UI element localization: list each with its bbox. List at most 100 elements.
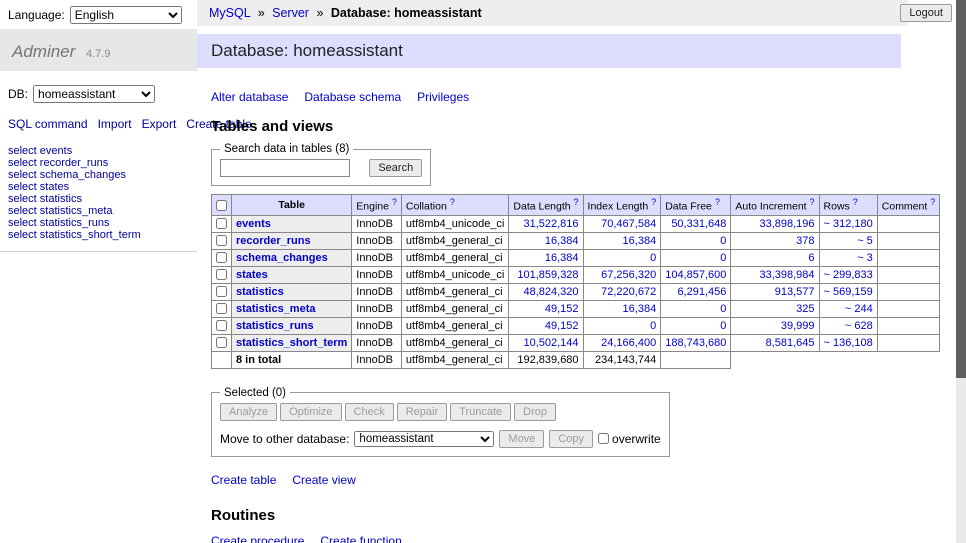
table-name-link[interactable]: states bbox=[236, 269, 268, 281]
selected-action-button[interactable]: Truncate bbox=[450, 403, 511, 421]
search-button[interactable]: Search bbox=[369, 159, 422, 177]
table-name-link[interactable]: events bbox=[236, 218, 271, 230]
data-length-link[interactable]: 16,384 bbox=[545, 235, 579, 247]
auto-increment-link[interactable]: 39,999 bbox=[781, 320, 815, 332]
auto-increment-link[interactable]: 6 bbox=[808, 252, 814, 264]
index-length-link[interactable]: 72,220,672 bbox=[601, 286, 656, 298]
table-name-link[interactable]: statistics_runs bbox=[236, 320, 314, 332]
sidebar-action-link[interactable]: SQL command bbox=[8, 117, 88, 131]
data-length-link[interactable]: 101,859,328 bbox=[517, 269, 578, 281]
auto-increment-link[interactable]: 378 bbox=[796, 235, 814, 247]
selected-action-button[interactable]: Drop bbox=[514, 403, 556, 421]
language-select[interactable]: English bbox=[70, 6, 182, 24]
auto-increment-link[interactable]: 913,577 bbox=[775, 286, 815, 298]
data-length-link[interactable]: 16,384 bbox=[545, 252, 579, 264]
create-link[interactable]: Create view bbox=[292, 473, 355, 487]
overwrite-checkbox[interactable] bbox=[598, 433, 609, 444]
row-select-checkbox[interactable] bbox=[216, 218, 227, 229]
auto-increment-link[interactable]: 33,398,984 bbox=[759, 269, 814, 281]
row-select-checkbox[interactable] bbox=[216, 320, 227, 331]
help-link[interactable]: ? bbox=[574, 197, 579, 207]
index-length-link[interactable]: 70,467,584 bbox=[601, 218, 656, 230]
app-name-link[interactable]: Adminer bbox=[12, 42, 75, 61]
selected-action-button[interactable]: Analyze bbox=[220, 403, 277, 421]
database-action-link[interactable]: Privileges bbox=[417, 90, 469, 104]
rows-link[interactable]: ~ 299,833 bbox=[824, 269, 873, 281]
help-link[interactable]: ? bbox=[392, 197, 397, 207]
routine-link[interactable]: Create function bbox=[320, 534, 401, 543]
move-database-select[interactable]: homeassistant bbox=[354, 431, 494, 447]
rows-link[interactable]: ~ 3 bbox=[857, 252, 873, 264]
help-link[interactable]: ? bbox=[651, 197, 656, 207]
rows-link[interactable]: ~ 5 bbox=[857, 235, 873, 247]
logout-button[interactable]: Logout bbox=[900, 4, 952, 22]
search-input[interactable] bbox=[220, 159, 350, 177]
copy-button[interactable]: Copy bbox=[549, 430, 593, 448]
auto-increment-link[interactable]: 325 bbox=[796, 303, 814, 315]
move-button[interactable]: Move bbox=[499, 430, 544, 448]
sidebar-select-link[interactable]: select statistics_short_term bbox=[8, 229, 189, 241]
data-free-link[interactable]: 0 bbox=[720, 303, 726, 315]
row-select-checkbox[interactable] bbox=[216, 235, 227, 246]
sidebar-action-link[interactable]: Export bbox=[142, 117, 177, 131]
table-name-link[interactable]: statistics_meta bbox=[236, 303, 316, 315]
row-select-checkbox[interactable] bbox=[216, 337, 227, 348]
index-length-link[interactable]: 0 bbox=[650, 320, 656, 332]
rows-link[interactable]: ~ 628 bbox=[845, 320, 873, 332]
row-select-checkbox[interactable] bbox=[216, 303, 227, 314]
help-link[interactable]: ? bbox=[450, 197, 455, 207]
data-free-link[interactable]: 0 bbox=[720, 320, 726, 332]
index-length-link[interactable]: 0 bbox=[650, 252, 656, 264]
index-length-link[interactable]: 16,384 bbox=[623, 303, 657, 315]
index-length-link[interactable]: 24,166,400 bbox=[601, 337, 656, 349]
row-select-checkbox[interactable] bbox=[216, 269, 227, 280]
rows-link[interactable]: ~ 312,180 bbox=[824, 218, 873, 230]
table-name-link[interactable]: schema_changes bbox=[236, 252, 328, 264]
data-free-link[interactable]: 104,857,600 bbox=[665, 269, 726, 281]
sidebar-select-link[interactable]: select statistics_meta bbox=[8, 205, 189, 217]
help-link[interactable]: ? bbox=[810, 197, 815, 207]
data-free-link[interactable]: 50,331,648 bbox=[671, 218, 726, 230]
selected-action-button[interactable]: Optimize bbox=[280, 403, 341, 421]
data-length-link[interactable]: 48,824,320 bbox=[523, 286, 578, 298]
index-length-link[interactable]: 67,256,320 bbox=[601, 269, 656, 281]
selected-action-button[interactable]: Check bbox=[345, 403, 394, 421]
help-link[interactable]: ? bbox=[715, 197, 720, 207]
breadcrumb-link-mysql[interactable]: MySQL bbox=[209, 6, 250, 20]
sidebar-select-link[interactable]: select states bbox=[8, 181, 189, 193]
data-length-link[interactable]: 49,152 bbox=[545, 303, 579, 315]
sidebar-select-link[interactable]: select recorder_runs bbox=[8, 157, 189, 169]
data-length-link[interactable]: 31,522,816 bbox=[523, 218, 578, 230]
select-all-checkbox[interactable] bbox=[216, 200, 227, 211]
sidebar-select-link[interactable]: select statistics_runs bbox=[8, 217, 189, 229]
data-length-link[interactable]: 10,502,144 bbox=[523, 337, 578, 349]
db-select[interactable]: homeassistant bbox=[33, 85, 155, 103]
table-name-link[interactable]: statistics bbox=[236, 286, 284, 298]
auto-increment-link[interactable]: 8,581,645 bbox=[766, 337, 815, 349]
data-length-link[interactable]: 49,152 bbox=[545, 320, 579, 332]
sidebar-select-link[interactable]: select schema_changes bbox=[8, 169, 189, 181]
auto-increment-link[interactable]: 33,898,196 bbox=[759, 218, 814, 230]
rows-link[interactable]: ~ 136,108 bbox=[824, 337, 873, 349]
database-action-link[interactable]: Database schema bbox=[304, 90, 401, 104]
help-link[interactable]: ? bbox=[853, 197, 858, 207]
index-length-link[interactable]: 16,384 bbox=[623, 235, 657, 247]
rows-link[interactable]: ~ 569,159 bbox=[824, 286, 873, 298]
row-select-checkbox[interactable] bbox=[216, 252, 227, 263]
rows-link[interactable]: ~ 244 bbox=[845, 303, 873, 315]
data-free-link[interactable]: 0 bbox=[720, 252, 726, 264]
table-name-link[interactable]: statistics_short_term bbox=[236, 337, 347, 349]
sidebar-select-link[interactable]: select events bbox=[8, 145, 189, 157]
help-link[interactable]: ? bbox=[930, 197, 935, 207]
selected-action-button[interactable]: Repair bbox=[397, 403, 447, 421]
sidebar-action-link[interactable]: Import bbox=[98, 117, 132, 131]
breadcrumb-link-server[interactable]: Server bbox=[272, 6, 309, 20]
data-free-link[interactable]: 6,291,456 bbox=[677, 286, 726, 298]
vertical-scrollbar[interactable] bbox=[956, 0, 966, 543]
data-free-link[interactable]: 188,743,680 bbox=[665, 337, 726, 349]
row-select-checkbox[interactable] bbox=[216, 286, 227, 297]
scrollbar-thumb[interactable] bbox=[956, 0, 966, 378]
database-action-link[interactable]: Alter database bbox=[211, 90, 288, 104]
sidebar-select-link[interactable]: select statistics bbox=[8, 193, 189, 205]
data-free-link[interactable]: 0 bbox=[720, 235, 726, 247]
